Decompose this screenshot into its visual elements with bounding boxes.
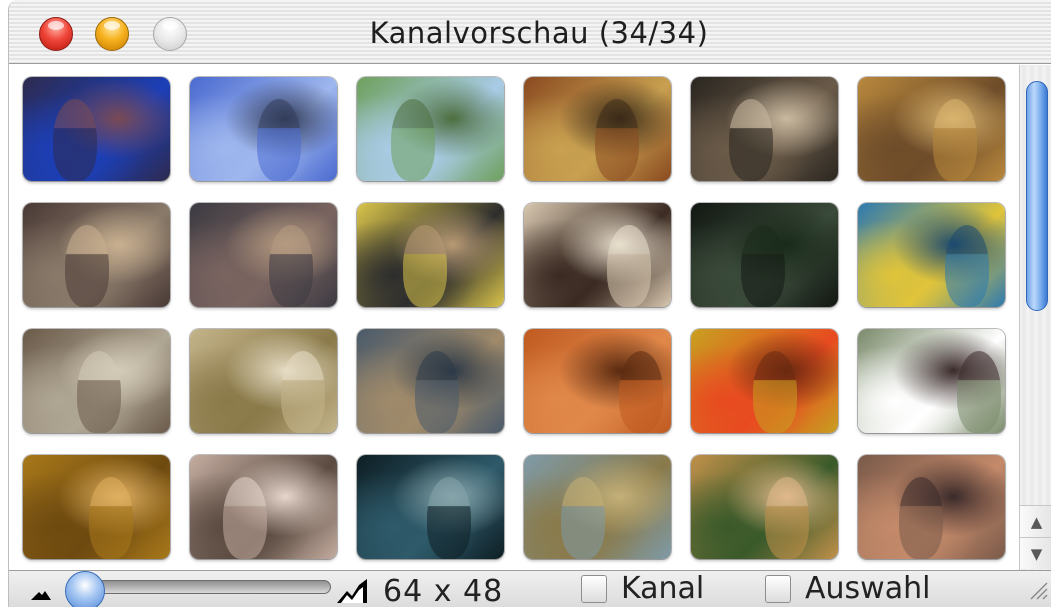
channel-thumbnail[interactable]	[357, 329, 504, 433]
channel-thumbnail[interactable]	[190, 329, 337, 433]
thumbnail-figure	[765, 477, 809, 559]
thumbnail-figure	[223, 477, 267, 559]
channel-thumbnail[interactable]	[524, 329, 671, 433]
channel-preview-window: Kanalvorschau (34/34) ▲ ▼ 64 x 48 Kanal …	[8, 0, 1051, 607]
channel-thumbnail[interactable]	[524, 77, 671, 181]
thumbnail-figure	[391, 99, 435, 181]
thumbnail-figure	[729, 99, 773, 181]
channel-thumbnail[interactable]	[23, 77, 170, 181]
thumbnail-figure	[269, 225, 313, 307]
slider-knob[interactable]	[65, 571, 105, 607]
channel-thumbnail[interactable]	[23, 455, 170, 559]
scroll-up-arrow-icon[interactable]: ▲	[1020, 505, 1051, 537]
thumbnail-size-label: 64 x 48	[383, 574, 504, 607]
channel-thumbnail[interactable]	[691, 77, 838, 181]
scroll-thumb[interactable]	[1026, 81, 1048, 311]
thumbnail-figure	[899, 477, 943, 559]
zoom-button[interactable]	[153, 17, 187, 51]
thumbnail-figure	[89, 477, 133, 559]
window-title: Kanalvorschau (34/34)	[369, 16, 709, 50]
channel-thumbnail[interactable]	[23, 329, 170, 433]
small-size-icon	[31, 591, 51, 600]
channel-thumbnail[interactable]	[691, 455, 838, 559]
channel-thumbnail[interactable]	[190, 77, 337, 181]
channel-thumbnail[interactable]	[858, 203, 1005, 307]
thumbnail-figure	[933, 99, 977, 181]
thumbnail-area	[9, 65, 1019, 570]
channel-thumbnail[interactable]	[357, 203, 504, 307]
auswahl-checkbox[interactable]	[765, 575, 791, 603]
scroll-down-arrow-icon[interactable]: ▼	[1020, 537, 1051, 569]
kanal-checkbox[interactable]	[581, 575, 607, 603]
resize-grip-icon[interactable]	[1027, 579, 1049, 601]
title-bar[interactable]: Kanalvorschau (34/34)	[9, 0, 1051, 64]
channel-thumbnail[interactable]	[357, 455, 504, 559]
channel-thumbnail[interactable]	[23, 203, 170, 307]
bottom-toolbar: 64 x 48 Kanal Auswahl	[9, 570, 1051, 607]
thumbnail-figure	[607, 225, 651, 307]
thumbnail-figure	[427, 477, 471, 559]
thumbnail-figure	[415, 351, 459, 433]
channel-thumbnail[interactable]	[357, 77, 504, 181]
thumbnail-figure	[561, 477, 605, 559]
thumbnail-figure	[281, 351, 325, 433]
channel-thumbnail[interactable]	[858, 329, 1005, 433]
auswahl-checkbox-label[interactable]: Auswahl	[805, 571, 930, 606]
channel-thumbnail[interactable]	[190, 203, 337, 307]
channel-thumbnail[interactable]	[524, 455, 671, 559]
channel-thumbnail[interactable]	[858, 77, 1005, 181]
channel-thumbnail[interactable]	[858, 455, 1005, 559]
vertical-scrollbar[interactable]: ▲ ▼	[1019, 65, 1051, 570]
thumbnail-figure	[619, 351, 663, 433]
kanal-checkbox-label[interactable]: Kanal	[621, 571, 704, 606]
close-button[interactable]	[39, 17, 73, 51]
channel-thumbnail[interactable]	[190, 455, 337, 559]
thumbnail-figure	[77, 351, 121, 433]
thumbnail-figure	[53, 99, 97, 181]
thumbnail-figure	[403, 225, 447, 307]
thumbnail-figure	[957, 351, 1001, 433]
thumbnail-size-slider[interactable]	[69, 580, 331, 594]
thumbnail-figure	[257, 99, 301, 181]
thumbnail-figure	[753, 351, 797, 433]
thumbnail-figure	[595, 99, 639, 181]
large-size-icon	[337, 579, 367, 603]
minimize-button[interactable]	[95, 17, 129, 51]
thumbnail-grid	[23, 77, 1005, 559]
channel-thumbnail[interactable]	[691, 203, 838, 307]
channel-thumbnail[interactable]	[691, 329, 838, 433]
channel-thumbnail[interactable]	[524, 203, 671, 307]
thumbnail-figure	[741, 225, 785, 307]
thumbnail-figure	[65, 225, 109, 307]
thumbnail-figure	[945, 225, 989, 307]
